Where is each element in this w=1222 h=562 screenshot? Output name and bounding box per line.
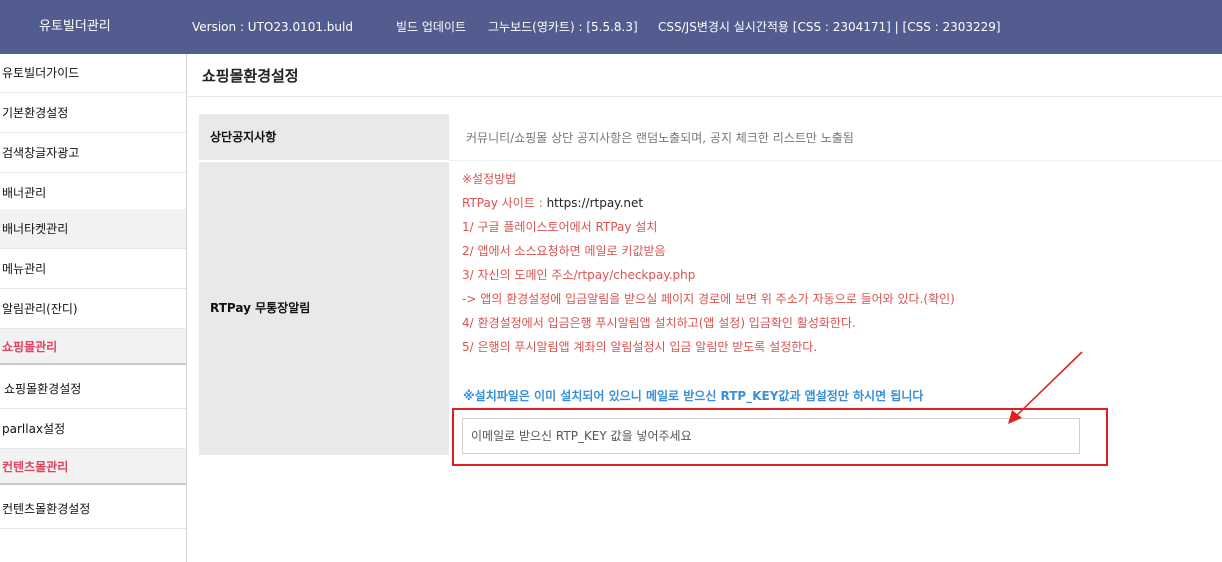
build-update-link[interactable]: 빌드 업데이트 <box>396 19 466 35</box>
step-5: 5/ 은행의 푸시알림앱 계좌의 알림설정시 입금 알림만 받도록 설정한다. <box>462 340 818 354</box>
sidebar-item-basic-settings[interactable]: 기본환경설정 <box>0 94 186 133</box>
sidebar-item-banner-target[interactable]: 배너타켓관리 <box>0 209 186 249</box>
rtpay-site-line: RTPay 사이트 : https://rtpay.net <box>462 195 955 219</box>
title-divider <box>187 96 1222 97</box>
page-title: 쇼핑몰환경설정 <box>202 67 299 85</box>
steps-heading: ※설정방법 <box>462 172 517 186</box>
step-2: 2/ 앱에서 소스요청하면 메일로 키값받음 <box>462 244 666 258</box>
rtp-key-input[interactable] <box>462 418 1080 454</box>
row-divider <box>449 160 1222 161</box>
notice-description: 커뮤니티/쇼핑몰 상단 공지사항은 랜덤노출되며, 공지 체크한 리스트만 노출… <box>466 131 854 145</box>
sidebar-item-search-text-ads[interactable]: 검색창글자광고 <box>0 134 186 173</box>
annotation-arrow <box>1008 351 1083 424</box>
sidebar-item-notification-manage[interactable]: 알림관리(잔디) <box>0 290 186 329</box>
step-1: 1/ 구글 플레이스토어에서 RTPay 설치 <box>462 220 658 234</box>
sidebar-item-contents-settings[interactable]: 컨텐츠몰환경설정 <box>0 490 186 529</box>
rtpay-label: RTPay 무통장알림 <box>199 162 449 455</box>
rtpay-setup-steps: ※설정방법 RTPay 사이트 : https://rtpay.net 1/ 구… <box>462 171 955 363</box>
step-3: 3/ 자신의 도메인 주소/rtpay/checkpay.php <box>462 268 696 282</box>
sidebar-item-builder-guide[interactable]: 유토빌더가이드 <box>0 54 186 93</box>
board-version-text: 그누보드(영카트) : [5.5.8.3] <box>488 20 638 34</box>
install-note: ※설치파일은 이미 설치되어 있으니 메일로 받으신 RTP_KEY값과 앱설정… <box>463 389 924 403</box>
step-3-note: -> 앱의 환경설정에 입금알림을 받으실 페이지 경로에 보면 위 주소가 자… <box>462 292 955 306</box>
step-4: 4/ 환경설정에서 입금은행 푸시알림앱 설치하고(앱 설정) 입금확인 활성화… <box>462 316 856 330</box>
rtpay-site-link[interactable]: https://rtpay.net <box>547 196 644 210</box>
rtpay-site-prefix: RTPay 사이트 : <box>462 196 547 210</box>
sidebar: 유토빌더가이드 기본환경설정 검색창글자광고 배너관리 배너타켓관리 메뉴관리 … <box>0 54 187 562</box>
sidebar-item-menu-manage[interactable]: 메뉴관리 <box>0 250 186 289</box>
top-bar: 유토빌더관리 Version : UTO23.0101.buld 빌드 업데이트… <box>0 0 1222 54</box>
sidebar-item-banner-manage[interactable]: 배너관리 <box>0 174 186 213</box>
css-info-text: CSS/JS변경시 실시간적용 [CSS : 2304171] | [CSS :… <box>658 20 1001 34</box>
sidebar-section-contents-mall: 컨텐츠몰관리 <box>0 449 186 485</box>
version-text: Version : UTO23.0101.buld <box>192 20 353 34</box>
sidebar-section-shopping-mall: 쇼핑몰관리 <box>0 329 186 365</box>
app-title[interactable]: 유토빌더관리 <box>39 19 111 35</box>
sidebar-item-shop-settings[interactable]: 쇼핑몰환경설정 <box>0 370 186 409</box>
notice-label: 상단공지사항 <box>199 114 449 160</box>
sidebar-item-parllax-settings[interactable]: parllax설정 <box>0 410 186 449</box>
